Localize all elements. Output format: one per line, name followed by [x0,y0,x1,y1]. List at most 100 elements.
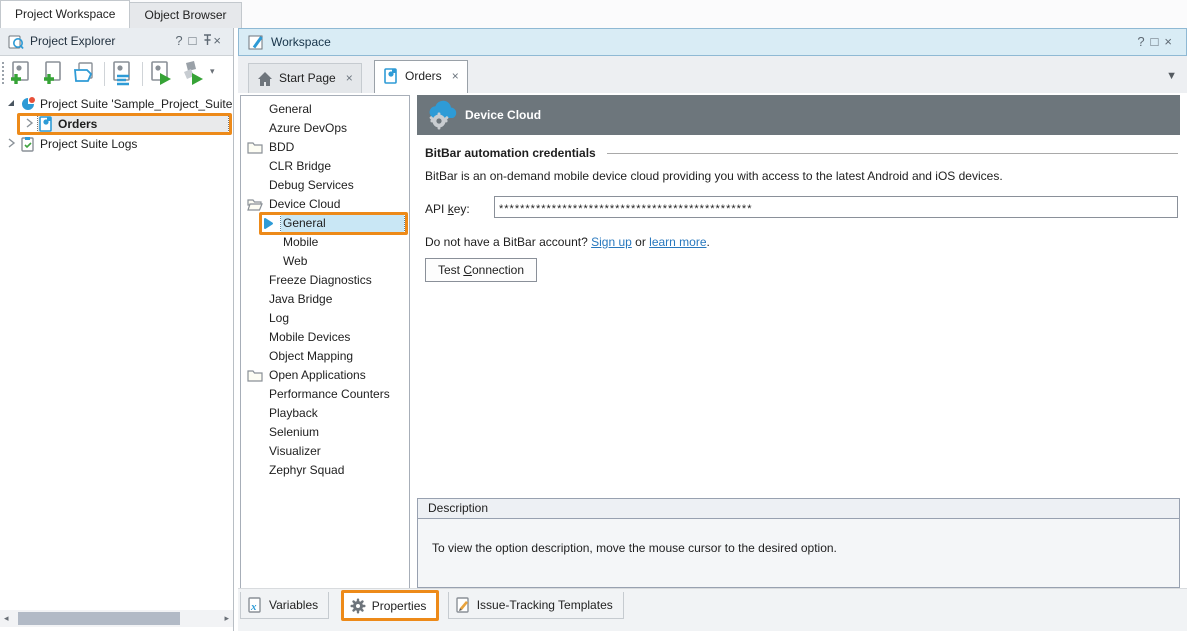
scroll-left-arrow[interactable]: ◂ [4,613,9,624]
toolbar-separator [142,62,143,86]
help-button[interactable]: ? [175,33,188,48]
settings-item-clr-bridge[interactable]: CLR Bridge [241,157,409,176]
test-connection-button[interactable]: Test Connection [425,258,537,282]
run-project-suite-button[interactable] [180,60,208,88]
scroll-right-arrow[interactable]: ▸ [224,613,229,624]
settings-item-azure-devops[interactable]: Azure DevOps [241,119,409,138]
selection-highlight-box [259,212,408,235]
project-explorer-icon [8,34,24,50]
close-tab-icon[interactable]: × [452,69,459,83]
settings-item-label: Freeze Diagnostics [269,271,372,290]
settings-item-performance-counters[interactable]: Performance Counters [241,385,409,404]
settings-item-label: Device Cloud [269,195,340,214]
view-tab-object-browser[interactable]: Object Browser [130,2,241,28]
project-explorer-panel: Project Explorer ?□× ▾ Project Suite 'Sa… [0,28,234,631]
maximize-button[interactable]: □ [1151,34,1165,49]
doc-tab-label: Orders [405,69,442,83]
close-tab-icon[interactable]: × [346,71,353,85]
tree-item-orders[interactable]: Orders [0,114,233,134]
settings-item-java-bridge[interactable]: Java Bridge [241,290,409,309]
tab-overflow-dropdown[interactable]: ▼ [1166,70,1177,82]
settings-item-debug-services[interactable]: Debug Services [241,176,409,195]
add-new-project-button[interactable] [8,60,36,88]
close-button[interactable]: × [1164,34,1178,49]
settings-item-log[interactable]: Log [241,309,409,328]
settings-item-label: Java Bridge [269,290,332,309]
bottom-tab-label: Issue-Tracking Templates [477,598,613,612]
expand-icon[interactable] [24,118,36,130]
organize-items-button[interactable] [110,60,138,88]
doc-tab-orders[interactable]: Orders × [374,60,468,93]
settings-item-label: Selenium [269,423,319,442]
settings-item-label: Playback [269,404,318,423]
settings-item-mobile[interactable]: Mobile [241,233,409,252]
learn-more-link[interactable]: learn more [649,235,706,249]
settings-item-playback[interactable]: Playback [241,404,409,423]
issue-tracking-icon [455,597,471,613]
settings-item-label: Web [283,252,307,271]
settings-item-label: CLR Bridge [269,157,331,176]
toolbar-separator [104,62,105,86]
bottom-tab-variables[interactable]: x Variables [240,592,329,619]
settings-item-zephyr-squad[interactable]: Zephyr Squad [241,461,409,480]
device-cloud-banner: Device Cloud [417,95,1180,135]
settings-item-label: Log [269,309,289,328]
settings-item-general[interactable]: General [241,100,409,119]
doc-tab-label: Start Page [279,71,336,85]
tree-item-project-suite-sample-project-s[interactable]: Project Suite 'Sample_Project_Suite' (1 … [0,94,233,114]
settings-category-list: GeneralAzure DevOpsBDDCLR BridgeDebug Se… [240,95,410,616]
settings-item-open-applications[interactable]: Open Applications [241,366,409,385]
help-button[interactable]: ? [1137,34,1150,49]
bitbar-credentials-section-title: BitBar automation credentials [425,146,596,160]
pin-button[interactable] [202,33,213,48]
settings-item-mobile-devices[interactable]: Mobile Devices [241,328,409,347]
home-icon [257,71,273,87]
run-project-button[interactable] [148,60,176,88]
settings-item-bdd[interactable]: BDD [241,138,409,157]
add-new-item-button[interactable] [40,60,68,88]
project-explorer-header-buttons: ?□ × [175,33,227,49]
project-doc-icon [383,68,399,84]
open-folder-icon [72,60,100,86]
expand-collapse-icon[interactable] [6,98,18,110]
section-rule [607,153,1178,154]
api-key-label: API key: [425,202,470,216]
bottom-tab-issue-tracking-templates[interactable]: Issue-Tracking Templates [448,592,624,619]
maximize-button[interactable]: □ [189,33,203,48]
project-explorer-header: Project Explorer ?□× [0,28,233,56]
view-tab-project-workspace[interactable]: Project Workspace [0,0,130,28]
workspace-icon [248,34,265,51]
api-key-input[interactable] [494,196,1178,218]
open-button[interactable] [72,60,100,88]
tree-item-project-suite-logs[interactable]: Project Suite Logs [0,134,233,154]
settings-item-web[interactable]: Web [241,252,409,271]
toolbar-overflow-dropdown[interactable]: ▾ [210,66,215,77]
sign-up-link[interactable]: Sign up [591,235,632,249]
workspace-header-buttons: ?□× [1137,34,1178,49]
scrollbar-thumb[interactable] [18,612,180,625]
variables-icon: x [247,597,263,613]
settings-item-general[interactable]: General [241,214,409,233]
bottom-tab-properties[interactable]: Properties [341,590,440,621]
description-panel-text: To view the option description, move the… [418,519,1179,555]
expand-icon[interactable] [6,138,18,150]
doc-list-icon [110,60,138,86]
folder-open-icon [247,197,263,211]
doc-tab-start-page[interactable]: Start Page × [248,63,362,93]
close-button[interactable]: × [213,33,227,48]
settings-item-object-mapping[interactable]: Object Mapping [241,347,409,366]
toolbar-grip[interactable] [2,62,4,86]
horizontal-scrollbar[interactable]: ◂ ▸ [0,610,233,627]
tree-item-label: Project Suite Logs [40,134,137,154]
settings-item-selenium[interactable]: Selenium [241,423,409,442]
description-panel: Description To view the option descripti… [417,498,1180,588]
editor-bottom-tabstrip: x Variables Properties Issue-Tracking Templ… [238,588,1187,631]
project-doc-icon [38,116,54,132]
settings-item-freeze-diagnostics[interactable]: Freeze Diagnostics [241,271,409,290]
bottom-tab-label: Variables [269,598,318,612]
description-panel-title: Description [418,499,1179,519]
settings-item-visualizer[interactable]: Visualizer [241,442,409,461]
settings-item-label: Object Mapping [269,347,353,366]
settings-item-label: Zephyr Squad [269,461,344,480]
project-explorer-toolbar: ▾ [0,56,233,92]
